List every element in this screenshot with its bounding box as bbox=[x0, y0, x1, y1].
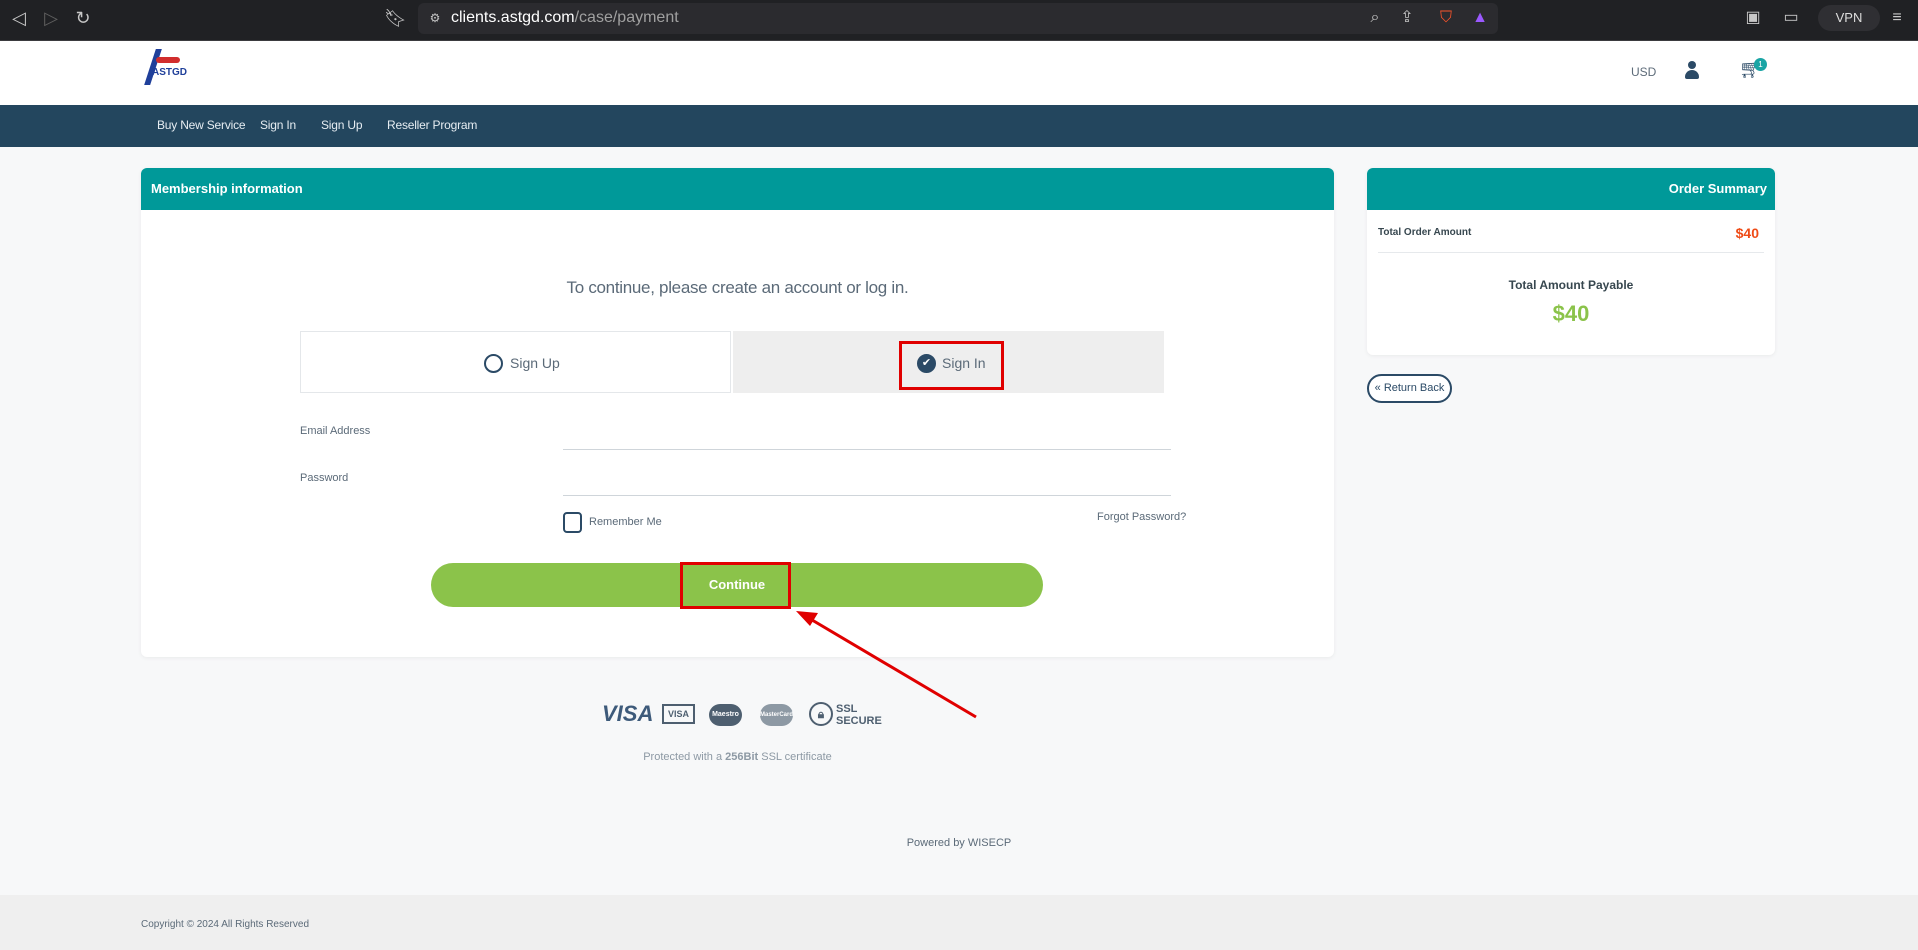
share-icon[interactable]: ⇪ bbox=[1396, 7, 1418, 29]
total-order-row: Total Order Amount $40 bbox=[1378, 225, 1764, 253]
annotation-highlight-continue bbox=[680, 562, 791, 609]
total-order-label: Total Order Amount bbox=[1378, 227, 1472, 238]
brave-shield-icon[interactable]: ⛉ bbox=[1435, 7, 1457, 29]
radio-empty-icon[interactable] bbox=[484, 354, 503, 373]
order-summary-card: Order Summary Total Order Amount $40 Tot… bbox=[1367, 168, 1775, 355]
visa-logo: VISA bbox=[602, 701, 654, 726]
back-icon[interactable]: ◁ bbox=[8, 7, 30, 29]
return-back-button[interactable]: « Return Back bbox=[1367, 374, 1452, 403]
site-settings-icon[interactable]: ⚙ bbox=[424, 7, 446, 29]
nav-sign-in[interactable]: Sign In bbox=[260, 118, 296, 132]
password-field[interactable] bbox=[563, 472, 1171, 496]
visa-electron-logo: VISA bbox=[662, 704, 696, 724]
forgot-password-link[interactable]: Forgot Password? bbox=[1097, 511, 1186, 523]
email-field[interactable] bbox=[563, 426, 1171, 450]
intro-text: To continue, please create an account or… bbox=[566, 278, 909, 297]
tab-sign-up-label: Sign Up bbox=[510, 355, 560, 371]
menu-icon[interactable]: ≡ bbox=[1886, 7, 1908, 29]
mastercard-logo: MasterCard bbox=[760, 704, 793, 726]
payable-label: Total Amount Payable bbox=[1508, 278, 1634, 292]
forward-icon[interactable]: ▷ bbox=[40, 7, 62, 29]
total-order-value: $40 bbox=[1735, 225, 1759, 241]
nav-buy-new-service[interactable]: Buy New Service bbox=[157, 118, 246, 132]
user-icon[interactable] bbox=[1684, 61, 1700, 79]
site-header: ASTGD USD 🛒︎ bbox=[0, 41, 1918, 105]
ssl-note: Protected with a 256Bit SSL certificate bbox=[643, 751, 832, 763]
membership-card: Membership information To continue, plea… bbox=[141, 168, 1334, 657]
maestro-logo: Maestro bbox=[709, 704, 742, 726]
cart-count-badge: 1 bbox=[1754, 58, 1767, 71]
tab-sign-up[interactable]: Sign Up bbox=[300, 331, 731, 393]
powered-by[interactable]: Powered by WISECP bbox=[0, 837, 1918, 849]
browser-toolbar: ◁ ▷ ↻ 🔖︎ ⚙ clients.astgd.com/case/paymen… bbox=[0, 0, 1918, 41]
remember-me-label: Remember Me bbox=[589, 516, 662, 528]
nav-sign-up[interactable]: Sign Up bbox=[321, 118, 362, 132]
astgd-logo[interactable]: ASTGD bbox=[144, 49, 187, 89]
ssl-secure-logo: SSL SECURE bbox=[836, 703, 882, 727]
zoom-icon[interactable]: ⌕ bbox=[1364, 7, 1386, 29]
ssl-lock-icon: 🔒︎ bbox=[809, 702, 833, 726]
sidebar-icon[interactable]: ▣ bbox=[1742, 7, 1764, 29]
rewards-icon[interactable]: ▲ bbox=[1469, 7, 1491, 29]
nav-reseller-program[interactable]: Reseller Program bbox=[387, 118, 477, 132]
footer: Copyright © 2024 All Rights Reserved bbox=[0, 895, 1918, 950]
annotation-highlight-sign-in bbox=[899, 341, 1004, 390]
reload-icon[interactable]: ↻ bbox=[72, 7, 94, 29]
payable-value: $40 bbox=[1552, 301, 1590, 326]
bookmark-icon[interactable]: 🔖︎ bbox=[384, 7, 407, 29]
order-summary-title: Order Summary bbox=[1367, 168, 1775, 210]
password-label: Password bbox=[300, 472, 349, 484]
membership-title: Membership information bbox=[141, 168, 1334, 210]
main-nav: Buy New Service Sign In Sign Up Reseller… bbox=[0, 105, 1918, 147]
remember-me-checkbox[interactable] bbox=[563, 512, 582, 533]
vpn-button[interactable]: VPN bbox=[1818, 5, 1880, 31]
email-label: Email Address bbox=[300, 425, 371, 437]
url-text[interactable]: clients.astgd.com/case/payment bbox=[451, 9, 679, 27]
wallet-icon[interactable]: ▭ bbox=[1780, 7, 1802, 29]
currency-selector[interactable]: USD bbox=[1631, 65, 1656, 79]
copyright: Copyright © 2024 All Rights Reserved bbox=[141, 919, 310, 930]
